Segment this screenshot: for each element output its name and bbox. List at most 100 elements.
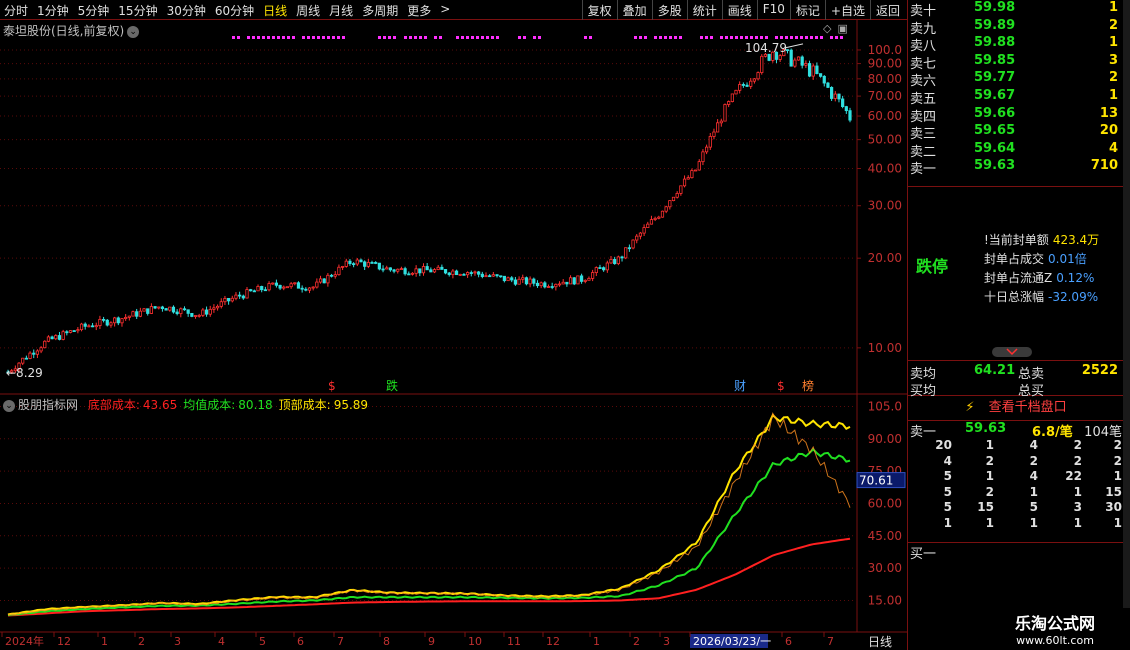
tab-8[interactable]: 月线 xyxy=(329,2,353,19)
candle-up xyxy=(230,297,234,302)
queue-cell: 20 xyxy=(935,438,952,452)
x-axis-label: 12 xyxy=(546,635,560,648)
tab-1[interactable]: 1分钟 xyxy=(37,2,69,19)
ask-row[interactable]: 卖六 59.77 2 xyxy=(908,70,1124,89)
candle-down xyxy=(477,271,481,275)
chart-area[interactable]: 100.0 90.00 80.00 70.00 60.00 50.00 40.00 30.00… xyxy=(0,20,907,650)
kline-chart-svg[interactable]: 100.090.0080.0070.0060.0050.0040.0030.00… xyxy=(0,20,907,650)
signal-dot xyxy=(476,36,479,39)
signal-dot xyxy=(439,36,442,39)
signal-dot xyxy=(730,36,733,39)
ask-row[interactable]: 卖八 59.88 1 xyxy=(908,35,1124,54)
chevron-right-icon[interactable]: > xyxy=(440,2,450,19)
candle-down xyxy=(440,266,444,270)
tab-5[interactable]: 60分钟 xyxy=(215,2,254,19)
ask-row[interactable]: 卖七 59.85 3 xyxy=(908,53,1124,72)
candle-up xyxy=(804,63,808,66)
main-y-tick-label: 30.00 xyxy=(868,199,902,213)
toolbar-button-4[interactable]: 画线 xyxy=(721,0,757,20)
ask-label: 卖三 xyxy=(910,127,937,143)
event-marker: $ xyxy=(777,379,785,393)
signal-dot xyxy=(720,36,723,39)
candle-up xyxy=(708,136,712,148)
chevron-down-icon[interactable]: ⌄ xyxy=(3,399,15,412)
candle-down xyxy=(535,282,540,287)
candle-up xyxy=(749,80,753,87)
view-depth-button[interactable]: ⚡ 查看千档盘口 xyxy=(908,398,1124,418)
tab-3[interactable]: 15分钟 xyxy=(118,2,157,19)
candle-up xyxy=(142,308,146,312)
ask-row[interactable]: 卖十 59.98 1 xyxy=(908,0,1124,19)
limit-info-key: 十日总涨幅 xyxy=(984,290,1045,304)
candle-down xyxy=(532,278,536,284)
toolbar-button-0[interactable]: 复权 xyxy=(581,0,617,20)
tab-2[interactable]: 5分钟 xyxy=(78,2,110,19)
candle-up xyxy=(68,330,73,333)
tab-10[interactable]: 更多 xyxy=(407,2,431,19)
queue-cell: 4 xyxy=(1029,469,1038,484)
toolbar-button-1[interactable]: 叠加 xyxy=(616,0,652,20)
indicator-item-1: 均值成本: 80.18 xyxy=(183,398,272,412)
tab-0[interactable]: 分时 xyxy=(4,2,28,19)
ask-label: 卖九 xyxy=(910,21,937,37)
candle-up xyxy=(385,267,389,270)
x-axis-label: 10 xyxy=(468,635,482,648)
queue-grid: 20 1 4 2 2 4 2 2 2 2 5 1 4 22 1 5 2 1 1 15 5 15 5 3 30 1 1 1 1 1 xyxy=(908,438,1124,532)
candle-down xyxy=(348,260,352,265)
candle-up xyxy=(340,266,345,268)
candle-up xyxy=(215,305,220,309)
signal-dot xyxy=(491,36,494,39)
expand-icon[interactable] xyxy=(992,347,1032,357)
toolbar-button-3[interactable]: 统计 xyxy=(686,0,722,20)
window-icon[interactable]: ▣ xyxy=(837,22,847,35)
candle-up xyxy=(113,317,117,324)
candle-down xyxy=(227,298,231,302)
ask-row[interactable]: 卖五 59.67 1 xyxy=(908,88,1124,107)
ask-row[interactable]: 卖四 59.66 13 xyxy=(908,106,1124,125)
indicator-y-tick-label: 15.00 xyxy=(868,593,902,607)
ask-row[interactable]: 卖九 59.89 2 xyxy=(908,18,1124,37)
ask-row[interactable]: 卖二 59.64 4 xyxy=(908,141,1124,160)
tab-6[interactable]: 日线 xyxy=(263,2,287,19)
queue-cell: 2 xyxy=(1073,438,1082,452)
queue-row: 1 1 1 1 1 xyxy=(908,516,1124,532)
signal-dot xyxy=(639,36,642,39)
candle-down xyxy=(381,268,385,271)
candle-down xyxy=(800,56,804,66)
signal-dot xyxy=(404,36,407,39)
queue-cell: 4 xyxy=(943,453,952,468)
ask-row[interactable]: 卖一 59.63 710 xyxy=(908,158,1124,177)
low-label: ←8.29 xyxy=(6,366,43,380)
toolbar-button-6[interactable]: 标记 xyxy=(789,0,825,20)
event-marker: 财 xyxy=(734,379,746,393)
x-axis-label: 6 xyxy=(297,635,304,648)
candle-down xyxy=(502,275,506,282)
signal-dot xyxy=(466,36,469,39)
ask-row[interactable]: 卖三 59.65 20 xyxy=(908,123,1124,143)
candle-up xyxy=(168,306,172,311)
candle-up xyxy=(337,266,341,276)
candle-up xyxy=(635,235,639,241)
candle-down xyxy=(175,311,179,315)
toolbar-button-7[interactable]: +自选 xyxy=(824,0,870,20)
candle-up xyxy=(366,262,370,267)
candle-down xyxy=(602,267,606,271)
candle-up xyxy=(616,256,620,265)
diamond-icon[interactable]: ◇ xyxy=(823,22,831,35)
candle-down xyxy=(101,318,106,321)
signal-dot xyxy=(735,36,738,39)
indicator-y-tick-label: 30.00 xyxy=(868,561,902,575)
chevron-down-icon[interactable]: ⌄ xyxy=(127,25,140,38)
toolbar-button-8[interactable]: 返回 xyxy=(869,0,905,20)
side-scroll-strip[interactable] xyxy=(1123,0,1130,650)
total-buy-label: 总买 xyxy=(1018,384,1045,399)
signal-dot xyxy=(669,36,672,39)
toolbar-button-2[interactable]: 多股 xyxy=(651,0,687,20)
signal-dot xyxy=(496,36,499,39)
tab-7[interactable]: 周线 xyxy=(296,2,320,19)
candle-down xyxy=(83,323,87,327)
toolbar-button-5[interactable]: F10 xyxy=(756,0,790,20)
candle-down xyxy=(50,336,54,340)
tab-9[interactable]: 多周期 xyxy=(362,2,398,19)
tab-4[interactable]: 30分钟 xyxy=(167,2,206,19)
